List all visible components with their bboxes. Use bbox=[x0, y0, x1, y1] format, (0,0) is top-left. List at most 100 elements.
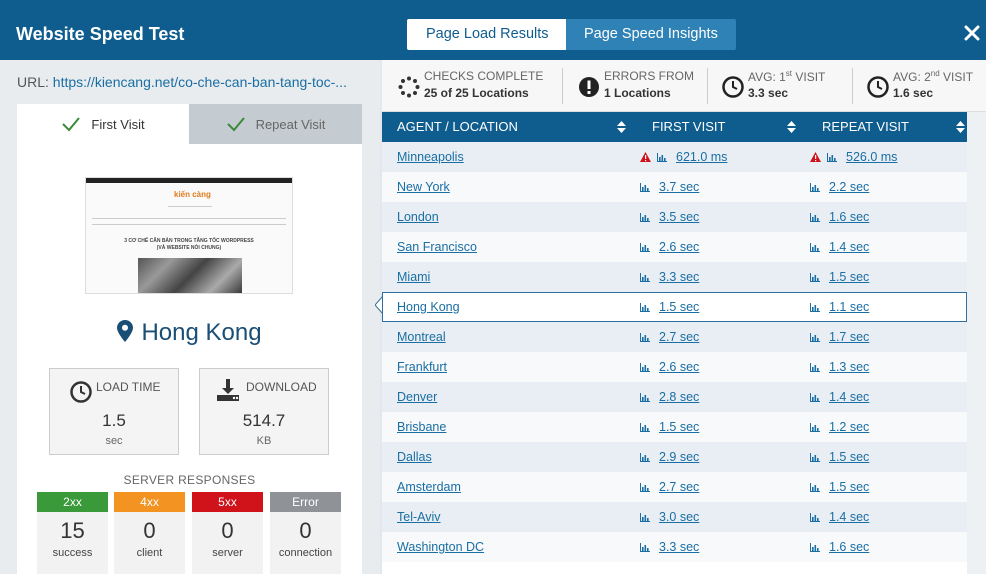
chart-icon bbox=[640, 243, 650, 252]
url-link[interactable]: https://kiencang.net/co-che-can-ban-tang… bbox=[53, 74, 347, 90]
table-row[interactable]: Washington DC 3.3 sec 1.6 sec bbox=[382, 532, 967, 562]
location-link[interactable]: Denver bbox=[397, 390, 437, 404]
repeat-visit-link[interactable]: 1.4 sec bbox=[829, 390, 869, 404]
row-location: Amsterdam bbox=[397, 480, 461, 494]
scrollbar[interactable] bbox=[967, 112, 986, 574]
first-visit-link[interactable]: 3.3 sec bbox=[659, 540, 699, 554]
chart-icon bbox=[640, 513, 650, 522]
location-link[interactable]: Minneapolis bbox=[397, 150, 464, 164]
response-5xx-count: 0 bbox=[221, 518, 234, 543]
row-repeat-visit: 1.4 sec bbox=[810, 240, 869, 254]
table-row[interactable]: Tel-Aviv 3.0 sec 1.4 sec bbox=[382, 502, 967, 532]
sort-icon[interactable] bbox=[787, 121, 796, 133]
column-header-first-visit[interactable]: FIRST VISIT bbox=[652, 112, 725, 142]
location-link[interactable]: Amsterdam bbox=[397, 480, 461, 494]
load-time-label: LOAD TIME bbox=[96, 380, 161, 394]
location-link[interactable]: Dallas bbox=[397, 450, 432, 464]
location-link[interactable]: Hong Kong bbox=[397, 300, 460, 314]
page-screenshot-thumbnail[interactable]: kiến càng 3 CƠ CHẾ CĂN BẢN TRONG TĂNG TỐ… bbox=[85, 177, 293, 294]
tab-first-visit[interactable]: First Visit bbox=[17, 104, 189, 144]
location-link[interactable]: San Francisco bbox=[397, 240, 477, 254]
first-visit-link[interactable]: 2.7 sec bbox=[659, 330, 699, 344]
table-row[interactable]: Hong Kong 1.5 sec 1.1 sec bbox=[382, 292, 967, 322]
table-row[interactable]: Miami 3.3 sec 1.5 sec bbox=[382, 262, 967, 292]
first-visit-link[interactable]: 2.7 sec bbox=[659, 480, 699, 494]
repeat-visit-link[interactable]: 1.3 sec bbox=[829, 360, 869, 374]
location-link[interactable]: Frankfurt bbox=[397, 360, 447, 374]
location-link[interactable]: Montreal bbox=[397, 330, 446, 344]
repeat-visit-link[interactable]: 1.2 sec bbox=[829, 420, 869, 434]
repeat-visit-link[interactable]: 526.0 ms bbox=[846, 150, 897, 164]
table-row[interactable]: Amsterdam 2.7 sec 1.5 sec bbox=[382, 472, 967, 502]
first-visit-link[interactable]: 621.0 ms bbox=[676, 150, 727, 164]
repeat-visit-link[interactable]: 1.6 sec bbox=[829, 210, 869, 224]
first-visit-link[interactable]: 2.9 sec bbox=[659, 450, 699, 464]
row-first-visit: 3.5 sec bbox=[640, 210, 699, 224]
repeat-visit-link[interactable]: 2.2 sec bbox=[829, 180, 869, 194]
location-name: Hong Kong bbox=[141, 319, 262, 346]
row-location: San Francisco bbox=[397, 240, 477, 254]
row-first-visit: 2.6 sec bbox=[640, 240, 699, 254]
sort-icon[interactable] bbox=[617, 121, 626, 133]
table-row[interactable]: London 3.5 sec 1.6 sec bbox=[382, 202, 967, 232]
repeat-visit-link[interactable]: 1.4 sec bbox=[829, 510, 869, 524]
row-location: Frankfurt bbox=[397, 360, 447, 374]
tab-page-speed-insights[interactable]: Page Speed Insights bbox=[566, 19, 736, 50]
row-repeat-visit: 1.1 sec bbox=[810, 300, 869, 314]
repeat-visit-link[interactable]: 1.7 sec bbox=[829, 330, 869, 344]
row-repeat-visit: 1.2 sec bbox=[810, 420, 869, 434]
location-link[interactable]: New York bbox=[397, 180, 450, 194]
first-visit-link[interactable]: 3.3 sec bbox=[659, 270, 699, 284]
first-visit-link[interactable]: 3.5 sec bbox=[659, 210, 699, 224]
first-visit-link[interactable]: 1.5 sec bbox=[659, 420, 699, 434]
exclamation-icon bbox=[579, 77, 599, 97]
repeat-visit-link[interactable]: 1.6 sec bbox=[829, 540, 869, 554]
row-repeat-visit: 1.7 sec bbox=[810, 330, 869, 344]
column-header-location[interactable]: AGENT / LOCATION bbox=[397, 112, 518, 142]
repeat-visit-link[interactable]: 1.5 sec bbox=[829, 270, 869, 284]
repeat-visit-link[interactable]: 1.1 sec bbox=[829, 300, 869, 314]
sort-icon[interactable] bbox=[956, 121, 965, 133]
first-visit-link[interactable]: 2.6 sec bbox=[659, 240, 699, 254]
row-location: Washington DC bbox=[397, 540, 484, 554]
chart-icon bbox=[810, 453, 820, 462]
repeat-visit-link[interactable]: 1.5 sec bbox=[829, 450, 869, 464]
table-row[interactable]: Denver 2.8 sec 1.4 sec bbox=[382, 382, 967, 412]
table-row[interactable]: Frankfurt 2.6 sec 1.3 sec bbox=[382, 352, 967, 382]
row-first-visit: 3.3 sec bbox=[640, 540, 699, 554]
chart-icon bbox=[810, 483, 820, 492]
first-visit-link[interactable]: 2.6 sec bbox=[659, 360, 699, 374]
tab-repeat-visit[interactable]: Repeat Visit bbox=[189, 104, 362, 144]
chart-icon bbox=[810, 333, 820, 342]
location-link[interactable]: London bbox=[397, 210, 439, 224]
download-unit: KB bbox=[256, 435, 272, 447]
location-link[interactable]: Miami bbox=[397, 270, 430, 284]
first-visit-link[interactable]: 1.5 sec bbox=[659, 300, 699, 314]
location-link[interactable]: Brisbane bbox=[397, 420, 446, 434]
response-2xx-code: 2xx bbox=[37, 492, 108, 512]
close-icon[interactable] bbox=[964, 25, 980, 41]
chart-icon bbox=[810, 513, 820, 522]
first-visit-link[interactable]: 2.8 sec bbox=[659, 390, 699, 404]
table-row[interactable]: New York 3.7 sec 2.2 sec bbox=[382, 172, 967, 202]
table-row[interactable]: Brisbane 1.5 sec 1.2 sec bbox=[382, 412, 967, 442]
row-first-visit: 2.7 sec bbox=[640, 330, 699, 344]
chart-icon bbox=[640, 183, 650, 192]
row-location: London bbox=[397, 210, 439, 224]
table-row[interactable]: Dallas 2.9 sec 1.5 sec bbox=[382, 442, 967, 472]
column-header-repeat-visit[interactable]: REPEAT VISIT bbox=[822, 112, 909, 142]
first-visit-link[interactable]: 3.7 sec bbox=[659, 180, 699, 194]
location-link[interactable]: Washington DC bbox=[397, 540, 484, 554]
location-link[interactable]: Tel-Aviv bbox=[397, 510, 441, 524]
table-row[interactable]: Montreal 2.7 sec 1.7 sec bbox=[382, 322, 967, 352]
repeat-visit-link[interactable]: 1.5 sec bbox=[829, 480, 869, 494]
tab-page-load-results[interactable]: Page Load Results bbox=[407, 19, 566, 50]
table-row[interactable]: San Francisco 2.6 sec 1.4 sec bbox=[382, 232, 967, 262]
chart-icon bbox=[810, 303, 820, 312]
tab-repeat-visit-label: Repeat Visit bbox=[255, 116, 326, 132]
table-row[interactable]: Minneapolis 621.0 ms 526.0 ms bbox=[382, 142, 967, 172]
repeat-visit-link[interactable]: 1.4 sec bbox=[829, 240, 869, 254]
row-first-visit: 2.6 sec bbox=[640, 360, 699, 374]
row-location: Denver bbox=[397, 390, 437, 404]
first-visit-link[interactable]: 3.0 sec bbox=[659, 510, 699, 524]
